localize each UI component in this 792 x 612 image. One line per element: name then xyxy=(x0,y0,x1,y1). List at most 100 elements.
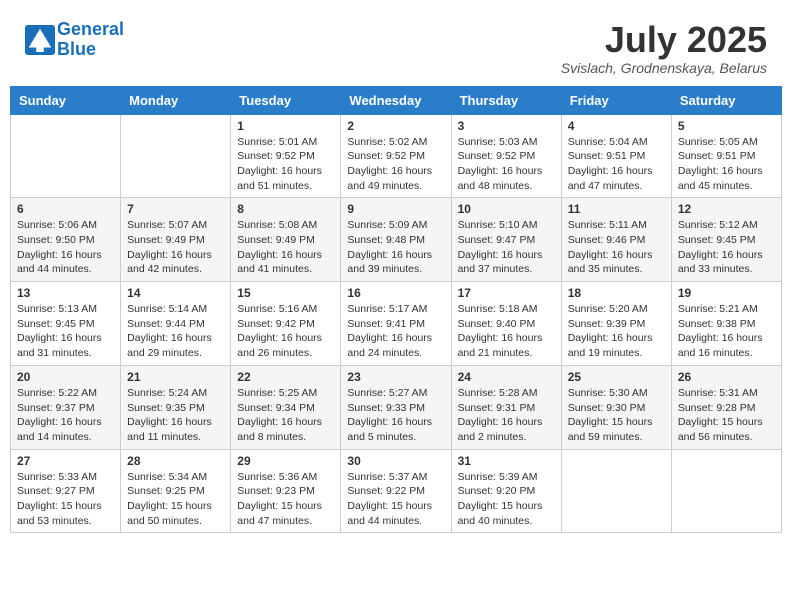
calendar-cell xyxy=(121,114,231,198)
calendar-cell: 24Sunrise: 5:28 AM Sunset: 9:31 PM Dayli… xyxy=(451,365,561,449)
day-number: 10 xyxy=(458,202,555,216)
calendar-cell: 12 Sunrise: 5:12 AM Sunset: 9:45 PM Dayli… xyxy=(671,198,781,282)
day-info: Sunrise: 5:22 AM Sunset: 9:37 PM Dayligh… xyxy=(17,386,114,445)
day-info: Sunrise: 5:39 AM Sunset: 9:20 PM Dayligh… xyxy=(458,470,555,529)
day-info: Sunrise: 5:16 AM Sunset: 9:42 PM Dayligh… xyxy=(237,302,334,361)
day-info: Sunrise: 5:17 AM Sunset: 9:41 PM Dayligh… xyxy=(347,302,444,361)
logo: General Blue xyxy=(25,20,124,60)
calendar-week-4: 20 Sunrise: 5:22 AM Sunset: 9:37 PM Dayli… xyxy=(11,365,782,449)
calendar-cell: 29Sunrise: 5:36 AM Sunset: 9:23 PM Dayli… xyxy=(231,449,341,533)
calendar-week-2: 6 Sunrise: 5:06 AM Sunset: 9:50 PM Daylig… xyxy=(11,198,782,282)
day-info: Sunrise: 5:11 AM Sunset: 9:46 PM Dayligh… xyxy=(568,218,665,277)
calendar-cell: 6 Sunrise: 5:06 AM Sunset: 9:50 PM Daylig… xyxy=(11,198,121,282)
day-number: 18 xyxy=(568,286,665,300)
day-number: 31 xyxy=(458,454,555,468)
day-info: Sunrise: 5:06 AM Sunset: 9:50 PM Dayligh… xyxy=(17,218,114,277)
day-info: Sunrise: 5:02 AM Sunset: 9:52 PM Dayligh… xyxy=(347,135,444,194)
calendar-cell: 30Sunrise: 5:37 AM Sunset: 9:22 PM Dayli… xyxy=(341,449,451,533)
day-info: Sunrise: 5:07 AM Sunset: 9:49 PM Dayligh… xyxy=(127,218,224,277)
day-info: Sunrise: 5:20 AM Sunset: 9:39 PM Dayligh… xyxy=(568,302,665,361)
weekday-header-monday: Monday xyxy=(121,86,231,114)
weekday-header-friday: Friday xyxy=(561,86,671,114)
day-number: 26 xyxy=(678,370,775,384)
day-info: Sunrise: 5:05 AM Sunset: 9:51 PM Dayligh… xyxy=(678,135,775,194)
day-info: Sunrise: 5:21 AM Sunset: 9:38 PM Dayligh… xyxy=(678,302,775,361)
calendar-cell xyxy=(671,449,781,533)
day-number: 14 xyxy=(127,286,224,300)
weekday-header-row: SundayMondayTuesdayWednesdayThursdayFrid… xyxy=(11,86,782,114)
calendar-cell: 18 Sunrise: 5:20 AM Sunset: 9:39 PM Dayli… xyxy=(561,282,671,366)
calendar-cell: 28 Sunrise: 5:34 AM Sunset: 9:25 PM Dayli… xyxy=(121,449,231,533)
calendar-cell: 23Sunrise: 5:27 AM Sunset: 9:33 PM Dayli… xyxy=(341,365,451,449)
weekday-header-thursday: Thursday xyxy=(451,86,561,114)
day-number: 3 xyxy=(458,119,555,133)
day-number: 11 xyxy=(568,202,665,216)
day-info: Sunrise: 5:27 AM Sunset: 9:33 PM Dayligh… xyxy=(347,386,444,445)
day-info: Sunrise: 5:31 AM Sunset: 9:28 PM Dayligh… xyxy=(678,386,775,445)
calendar-cell: 16Sunrise: 5:17 AM Sunset: 9:41 PM Dayli… xyxy=(341,282,451,366)
calendar-table: SundayMondayTuesdayWednesdayThursdayFrid… xyxy=(10,86,782,534)
logo-line1: General xyxy=(57,19,124,39)
day-info: Sunrise: 5:10 AM Sunset: 9:47 PM Dayligh… xyxy=(458,218,555,277)
calendar-cell: 9 Sunrise: 5:09 AM Sunset: 9:48 PM Daylig… xyxy=(341,198,451,282)
calendar-cell: 14 Sunrise: 5:14 AM Sunset: 9:44 PM Dayli… xyxy=(121,282,231,366)
calendar-cell: 4 Sunrise: 5:04 AM Sunset: 9:51 PM Daylig… xyxy=(561,114,671,198)
day-number: 12 xyxy=(678,202,775,216)
day-info: Sunrise: 5:04 AM Sunset: 9:51 PM Dayligh… xyxy=(568,135,665,194)
day-number: 4 xyxy=(568,119,665,133)
calendar-cell: 20 Sunrise: 5:22 AM Sunset: 9:37 PM Dayli… xyxy=(11,365,121,449)
calendar-cell: 1 Sunrise: 5:01 AM Sunset: 9:52 PM Daylig… xyxy=(231,114,341,198)
day-info: Sunrise: 5:37 AM Sunset: 9:22 PM Dayligh… xyxy=(347,470,444,529)
day-number: 27 xyxy=(17,454,114,468)
day-number: 28 xyxy=(127,454,224,468)
day-number: 15 xyxy=(237,286,334,300)
calendar-cell: 25Sunrise: 5:30 AM Sunset: 9:30 PM Dayli… xyxy=(561,365,671,449)
calendar-week-5: 27 Sunrise: 5:33 AM Sunset: 9:27 PM Dayli… xyxy=(11,449,782,533)
weekday-header-wednesday: Wednesday xyxy=(341,86,451,114)
calendar-cell: 8Sunrise: 5:08 AM Sunset: 9:49 PM Daylig… xyxy=(231,198,341,282)
calendar-cell: 2 Sunrise: 5:02 AM Sunset: 9:52 PM Daylig… xyxy=(341,114,451,198)
weekday-header-sunday: Sunday xyxy=(11,86,121,114)
day-number: 21 xyxy=(127,370,224,384)
day-info: Sunrise: 5:24 AM Sunset: 9:35 PM Dayligh… xyxy=(127,386,224,445)
day-info: Sunrise: 5:30 AM Sunset: 9:30 PM Dayligh… xyxy=(568,386,665,445)
page-header: General Blue July 2025 Svislach, Grodnen… xyxy=(10,10,782,81)
calendar-cell: 22Sunrise: 5:25 AM Sunset: 9:34 PM Dayli… xyxy=(231,365,341,449)
day-number: 2 xyxy=(347,119,444,133)
calendar-cell: 5 Sunrise: 5:05 AM Sunset: 9:51 PM Daylig… xyxy=(671,114,781,198)
day-info: Sunrise: 5:09 AM Sunset: 9:48 PM Dayligh… xyxy=(347,218,444,277)
calendar-cell: 13Sunrise: 5:13 AM Sunset: 9:45 PM Dayli… xyxy=(11,282,121,366)
calendar-cell xyxy=(11,114,121,198)
day-info: Sunrise: 5:34 AM Sunset: 9:25 PM Dayligh… xyxy=(127,470,224,529)
weekday-header-tuesday: Tuesday xyxy=(231,86,341,114)
month-title: July 2025 xyxy=(561,20,767,60)
calendar-cell: 21 Sunrise: 5:24 AM Sunset: 9:35 PM Dayli… xyxy=(121,365,231,449)
logo-icon xyxy=(25,25,55,55)
calendar-cell: 19Sunrise: 5:21 AM Sunset: 9:38 PM Dayli… xyxy=(671,282,781,366)
title-block: July 2025 Svislach, Grodnenskaya, Belaru… xyxy=(561,20,767,76)
day-info: Sunrise: 5:25 AM Sunset: 9:34 PM Dayligh… xyxy=(237,386,334,445)
day-info: Sunrise: 5:13 AM Sunset: 9:45 PM Dayligh… xyxy=(17,302,114,361)
day-number: 17 xyxy=(458,286,555,300)
calendar-week-1: 1 Sunrise: 5:01 AM Sunset: 9:52 PM Daylig… xyxy=(11,114,782,198)
calendar-cell: 26 Sunrise: 5:31 AM Sunset: 9:28 PM Dayli… xyxy=(671,365,781,449)
day-info: Sunrise: 5:14 AM Sunset: 9:44 PM Dayligh… xyxy=(127,302,224,361)
day-info: Sunrise: 5:33 AM Sunset: 9:27 PM Dayligh… xyxy=(17,470,114,529)
day-info: Sunrise: 5:12 AM Sunset: 9:45 PM Dayligh… xyxy=(678,218,775,277)
day-number: 1 xyxy=(237,119,334,133)
day-info: Sunrise: 5:01 AM Sunset: 9:52 PM Dayligh… xyxy=(237,135,334,194)
day-number: 8 xyxy=(237,202,334,216)
calendar-cell: 7 Sunrise: 5:07 AM Sunset: 9:49 PM Daylig… xyxy=(121,198,231,282)
location: Svislach, Grodnenskaya, Belarus xyxy=(561,60,767,76)
day-info: Sunrise: 5:03 AM Sunset: 9:52 PM Dayligh… xyxy=(458,135,555,194)
calendar-cell: 15 Sunrise: 5:16 AM Sunset: 9:42 PM Dayli… xyxy=(231,282,341,366)
calendar-cell: 10 Sunrise: 5:10 AM Sunset: 9:47 PM Dayli… xyxy=(451,198,561,282)
day-number: 9 xyxy=(347,202,444,216)
calendar-cell: 17Sunrise: 5:18 AM Sunset: 9:40 PM Dayli… xyxy=(451,282,561,366)
day-number: 6 xyxy=(17,202,114,216)
day-number: 20 xyxy=(17,370,114,384)
day-number: 7 xyxy=(127,202,224,216)
calendar-cell: 3 Sunrise: 5:03 AM Sunset: 9:52 PM Daylig… xyxy=(451,114,561,198)
day-number: 5 xyxy=(678,119,775,133)
weekday-header-saturday: Saturday xyxy=(671,86,781,114)
